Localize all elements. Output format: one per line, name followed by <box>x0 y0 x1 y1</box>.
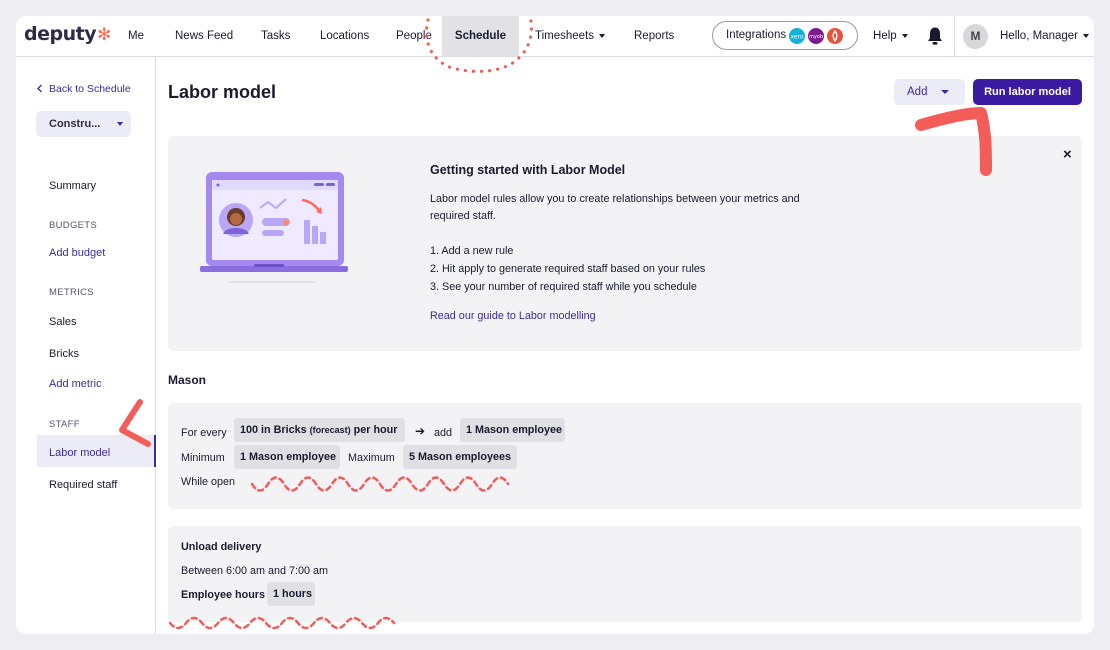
project-selector-label: Constru... <box>49 118 101 130</box>
nav-news-feed[interactable]: News Feed <box>175 16 233 56</box>
sidebar-item-labor-model[interactable]: Labor model <box>49 447 110 459</box>
sidebar-heading-staff: STAFF <box>49 419 80 430</box>
employee-hours-label: Employee hours <box>181 589 265 601</box>
labor-modelling-guide-link[interactable]: Read our guide to Labor modelling <box>430 310 596 322</box>
chevron-down-icon <box>117 122 123 126</box>
step-3: 3. See your number of required staff whi… <box>430 281 697 293</box>
add-metric-link[interactable]: Add metric <box>49 378 102 390</box>
rule-card-unload-delivery[interactable]: Unload delivery Between 6:00 am and 7:00… <box>168 526 1082 622</box>
greeting-label: Hello, Manager <box>1000 30 1078 42</box>
sidebar-heading-budgets: BUDGETS <box>49 220 98 231</box>
run-labor-model-button[interactable]: Run labor model <box>973 79 1082 105</box>
top-navigation: deputy✻ Me News Feed Tasks Locations Peo… <box>16 16 1094 57</box>
add-employee-chip[interactable]: 1 Mason employee <box>460 418 565 442</box>
svg-text:xero: xero <box>790 34 803 41</box>
sidebar-item-summary[interactable]: Summary <box>49 180 96 192</box>
project-selector[interactable]: Constru... <box>36 111 131 137</box>
nav-locations[interactable]: Locations <box>320 16 369 56</box>
arrow-right-icon: ➔ <box>415 424 426 438</box>
chevron-down-icon <box>1082 33 1089 38</box>
step-2: 2. Hit apply to generate required staff … <box>430 263 706 275</box>
for-every-label: For every <box>181 427 227 439</box>
maximum-label: Maximum <box>348 452 395 464</box>
page-title: Labor model <box>168 82 277 102</box>
time-range-label: Between 6:00 am and 7:00 am <box>181 565 329 577</box>
integrations-button[interactable]: Integrations xero myob <box>712 21 858 50</box>
integrations-label: Integrations <box>726 29 787 41</box>
minimum-label: Minimum <box>181 452 225 464</box>
add-button-label: Add <box>907 86 928 98</box>
employee-hours-chip[interactable]: 1 hours <box>267 582 315 606</box>
back-label: Back to Schedule <box>49 83 131 95</box>
condition-label: While open <box>181 476 236 488</box>
laptop-illustration-icon <box>200 172 348 283</box>
nav-reports[interactable]: Reports <box>634 16 674 56</box>
toast-icon <box>827 28 843 44</box>
sidebar-item-bricks[interactable]: Bricks <box>49 348 79 360</box>
getting-started-description: Labor model rules allow you to create re… <box>430 193 800 222</box>
chevron-down-icon <box>901 33 908 38</box>
add-button[interactable]: Add <box>894 79 965 105</box>
nav-timesheets[interactable]: Timesheets <box>535 16 606 56</box>
help-label: Help <box>873 30 897 42</box>
deputy-logo[interactable]: deputy✻ <box>24 23 111 45</box>
back-to-schedule-link[interactable]: Back to Schedule <box>36 83 131 95</box>
user-menu[interactable]: Hello, Manager <box>1000 16 1089 56</box>
rule-card-mason[interactable]: For every 100 in Bricks (forecast) per h… <box>168 403 1082 509</box>
svg-text:myob: myob <box>809 34 823 40</box>
metric-chip-value: 100 in Bricks <box>240 424 307 436</box>
metric-chip-rate: per hour <box>353 424 398 436</box>
nav-timesheets-label: Timesheets <box>535 30 595 42</box>
add-label: add <box>434 427 453 439</box>
nav-schedule[interactable]: Schedule <box>442 16 519 56</box>
add-budget-link[interactable]: Add budget <box>49 247 105 259</box>
close-icon[interactable]: × <box>1063 146 1072 163</box>
sidebar: Back to Schedule Constru... Summary BUDG… <box>16 57 156 634</box>
getting-started-title: Getting started with Labor Model <box>430 163 626 177</box>
metric-chip[interactable]: 100 in Bricks (forecast) per hour <box>234 418 405 442</box>
chevron-left-icon <box>37 84 42 93</box>
help-menu[interactable]: Help <box>873 16 908 56</box>
metric-chip-qualifier: (forecast) <box>309 425 351 435</box>
rule-title-mason: Mason <box>168 373 207 387</box>
sidebar-item-sales[interactable]: Sales <box>49 316 77 328</box>
chevron-down-icon <box>941 90 949 94</box>
rule-title-unload-delivery: Unload delivery <box>181 541 262 553</box>
nav-people[interactable]: People <box>396 16 432 56</box>
minimum-chip[interactable]: 1 Mason employee <box>234 445 340 469</box>
sidebar-item-required-staff[interactable]: Required staff <box>49 479 117 491</box>
chevron-down-icon <box>599 33 606 38</box>
bell-icon[interactable] <box>926 26 944 51</box>
myob-icon: myob <box>808 28 824 44</box>
app-window: deputy✻ Me News Feed Tasks Locations Peo… <box>16 16 1094 634</box>
sidebar-heading-metrics: METRICS <box>49 287 94 298</box>
nav-me[interactable]: Me <box>128 16 144 56</box>
getting-started-card: Getting started with Labor Model Labor m… <box>168 136 1082 351</box>
avatar[interactable]: M <box>963 24 988 49</box>
maximum-chip[interactable]: 5 Mason employees <box>403 445 517 469</box>
nav-divider <box>954 16 955 56</box>
xero-icon: xero <box>789 28 805 44</box>
nav-tasks[interactable]: Tasks <box>261 16 290 56</box>
step-1: 1. Add a new rule <box>430 245 514 257</box>
